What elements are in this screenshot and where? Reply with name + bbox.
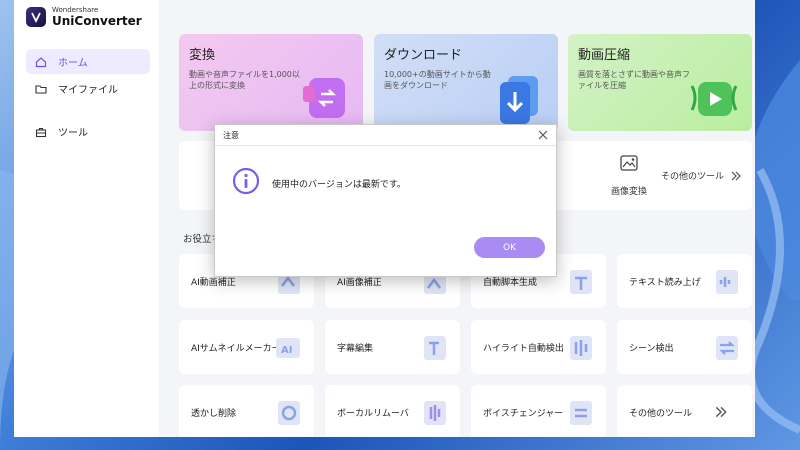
notice-dialog: 注意 使用中のバージョンは最新です。 OK (214, 124, 557, 277)
close-icon[interactable] (536, 128, 550, 142)
dialog-message: 使用中のバージョンは最新です。 (272, 180, 406, 190)
info-icon (232, 167, 260, 195)
ok-button[interactable]: OK (474, 237, 545, 258)
dialog-title: 注意 (223, 131, 239, 140)
dialog-header: 注意 (215, 125, 556, 146)
modal-overlay: 注意 使用中のバージョンは最新です。 OK (0, 0, 800, 450)
